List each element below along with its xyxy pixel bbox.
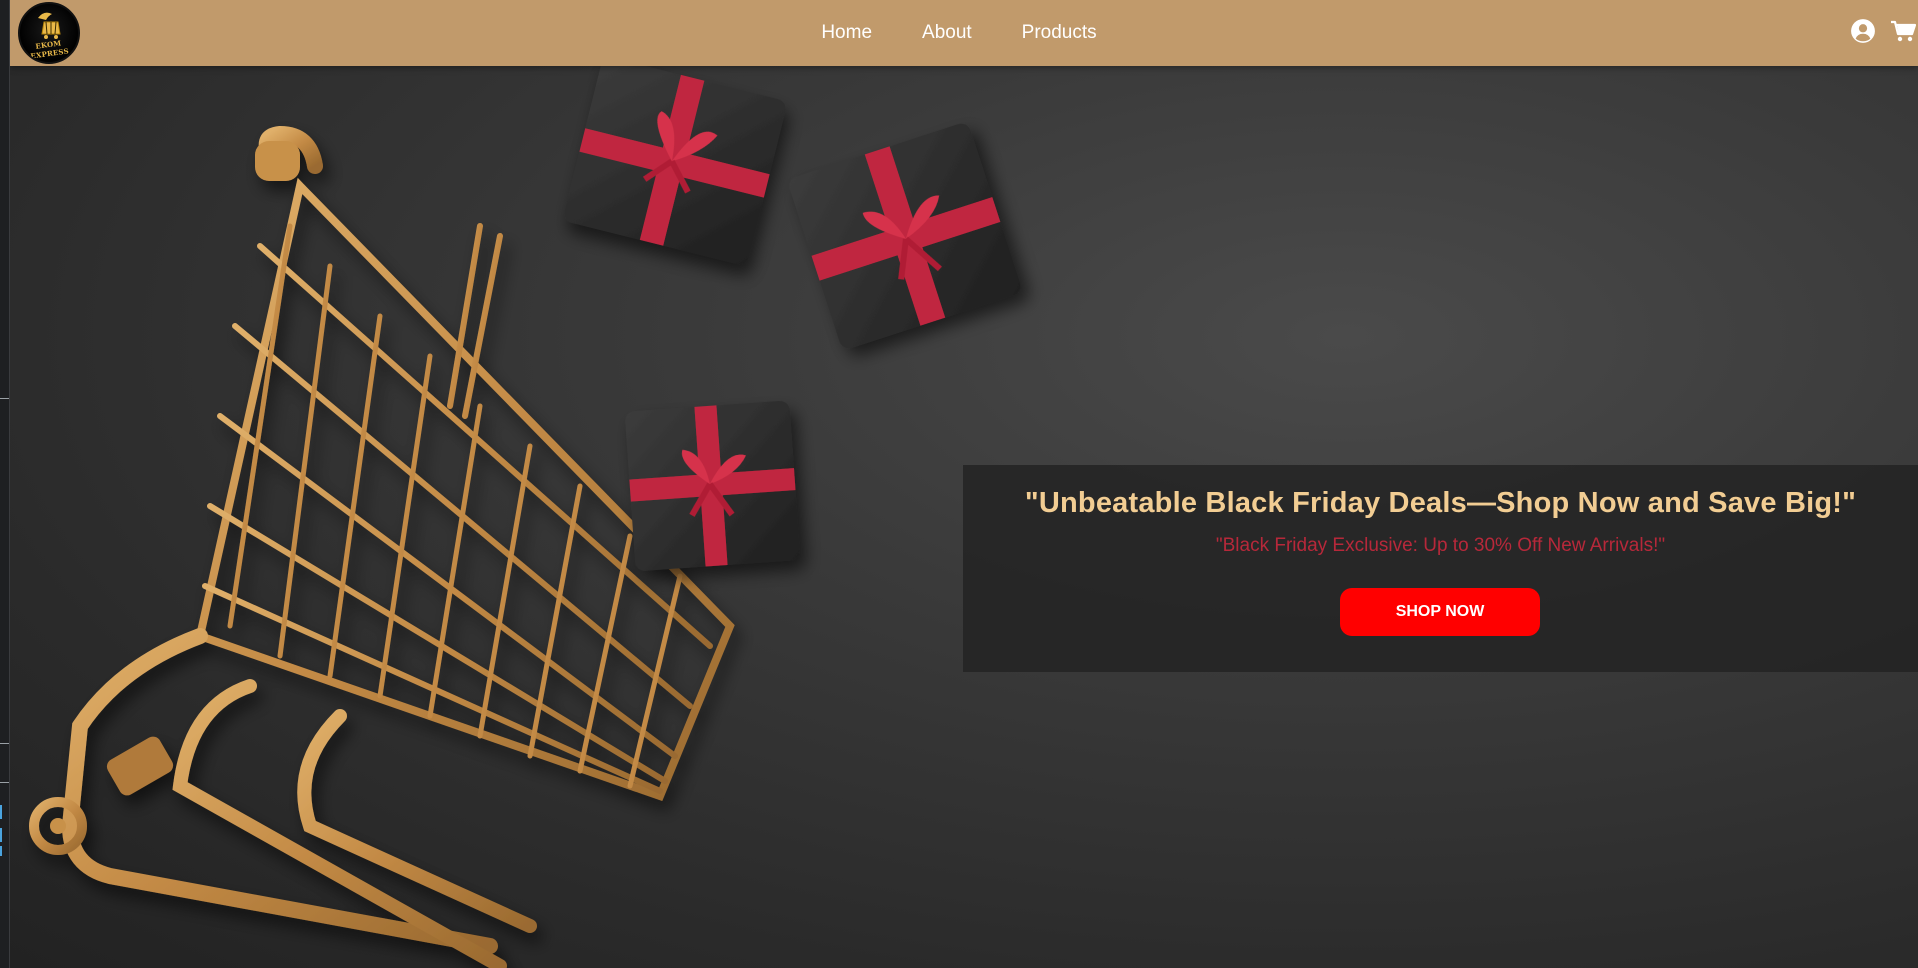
main-nav: Home About Products	[10, 0, 1918, 66]
navbar: EKOM EXPRESS Home About Products	[10, 0, 1918, 66]
gift-box-right	[789, 123, 1021, 349]
hero-banner: "Unbeatable Black Friday Deals—Shop Now …	[10, 66, 1918, 968]
gift-box-top	[564, 66, 786, 265]
promo-title: "Unbeatable Black Friday Deals—Shop Now …	[1024, 487, 1857, 519]
promo-panel: "Unbeatable Black Friday Deals—Shop Now …	[963, 465, 1918, 672]
nav-icon-group	[1850, 18, 1916, 44]
shop-now-button[interactable]: SHOP NOW	[1340, 588, 1540, 636]
shopping-cart-icon[interactable]	[1890, 18, 1916, 44]
shopping-cart-illustration	[29, 125, 735, 968]
adjacent-window-edge	[0, 0, 10, 968]
nav-about-link[interactable]: About	[922, 22, 972, 44]
user-account-icon[interactable]	[1850, 18, 1876, 44]
nav-home-link[interactable]: Home	[821, 22, 872, 44]
gift-box-lower	[625, 400, 800, 571]
nav-products-link[interactable]: Products	[1022, 22, 1097, 44]
landing-page: EKOM EXPRESS Home About Products "Unbeat…	[10, 0, 1918, 968]
promo-subtitle: "Black Friday Exclusive: Up to 30% Off N…	[1215, 535, 1666, 556]
